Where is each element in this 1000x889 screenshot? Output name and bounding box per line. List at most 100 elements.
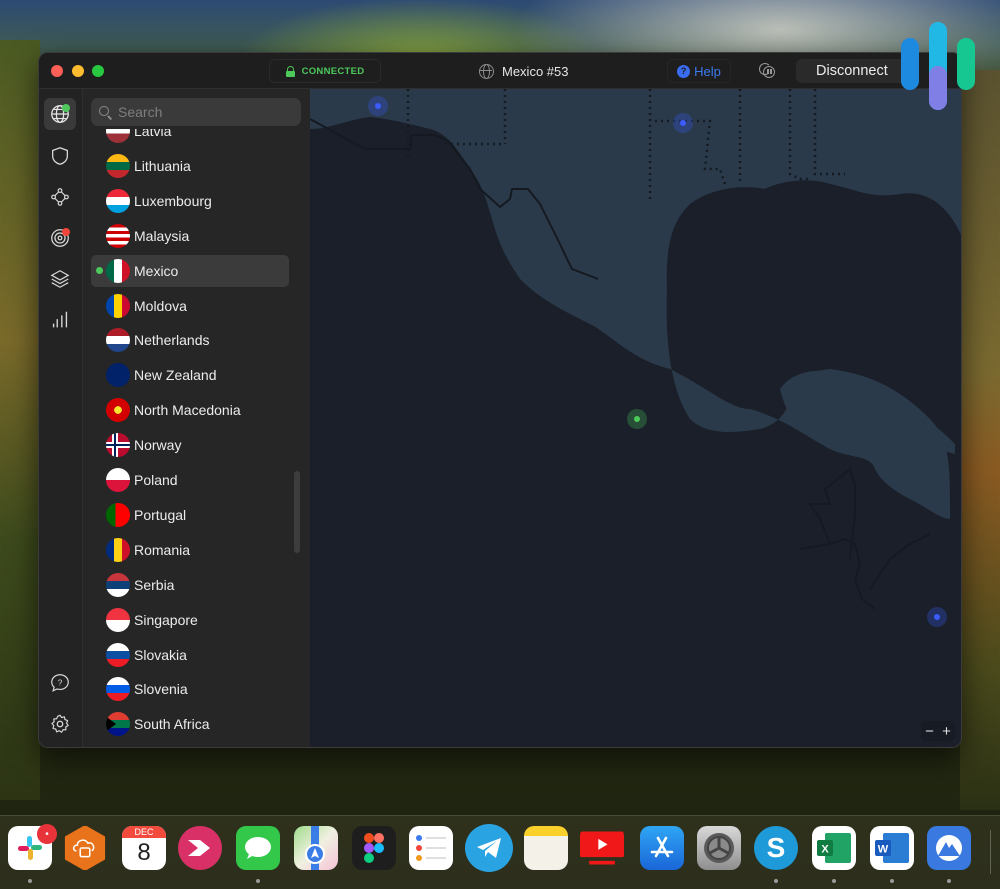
dock-app-calendar[interactable]: DEC 8	[122, 826, 166, 870]
sidebar-item-threat-protection[interactable]	[44, 140, 76, 172]
dock-app-app-store[interactable]	[640, 826, 684, 870]
maximize-window-button[interactable]	[92, 65, 104, 77]
dock-app-notes[interactable]	[524, 826, 568, 870]
svg-text:W: W	[878, 844, 889, 856]
pause-connection-button[interactable]	[759, 63, 777, 79]
country-name: Mexico	[134, 262, 179, 279]
sidebar-item-support[interactable]: ?	[44, 667, 76, 699]
connected-badge	[62, 104, 70, 112]
support-icon: ?	[51, 674, 69, 692]
vpn-app-window: CONNECTED Mexico #53 ? Help Disconnect ?…	[38, 52, 962, 748]
country-name: South Africa	[134, 716, 210, 733]
country-name: Lithuania	[134, 157, 191, 174]
flag-icon	[106, 293, 130, 318]
search-box[interactable]	[91, 98, 301, 126]
globe-icon	[479, 63, 494, 79]
dock-app-skitch[interactable]	[178, 826, 222, 870]
title-bar: CONNECTED Mexico #53 ? Help Disconnect	[39, 53, 961, 89]
flag-icon	[106, 258, 130, 283]
country-item-poland[interactable]: Poland	[91, 464, 289, 496]
meshnet-icon	[51, 188, 69, 206]
country-item-mexico[interactable]: Mexico	[91, 254, 289, 287]
server-pin[interactable]	[673, 113, 693, 133]
country-item-portugal[interactable]: Portugal	[91, 499, 289, 531]
country-item-romania[interactable]: Romania	[91, 534, 289, 566]
country-item-newzealand[interactable]: New Zealand	[91, 359, 289, 391]
country-list: Latvia Lithuania Luxembourg Malaysia Mexico M…	[91, 129, 291, 747]
country-item-luxembourg[interactable]: Luxembourg	[91, 185, 289, 217]
connected-server-pin[interactable]	[627, 409, 647, 429]
country-item-latvia[interactable]: Latvia	[91, 129, 289, 147]
list-scrollbar[interactable]	[294, 471, 300, 553]
zoom-in-button[interactable]: +	[942, 724, 951, 739]
flag-icon	[106, 712, 130, 737]
dock-app-skype[interactable]: S	[754, 826, 798, 870]
server-pin[interactable]	[927, 607, 947, 627]
svg-text:X: X	[821, 844, 829, 856]
flag-icon	[106, 153, 130, 178]
flag-icon	[106, 607, 130, 632]
minimize-window-button[interactable]	[72, 65, 84, 77]
country-item-malaysia[interactable]: Malaysia	[91, 220, 289, 252]
sidebar-item-settings[interactable]	[44, 708, 76, 740]
country-item-lithuania[interactable]: Lithuania	[91, 150, 289, 182]
running-indicator	[256, 879, 260, 883]
message-bubble-icon	[245, 837, 271, 859]
search-input[interactable]	[118, 104, 288, 120]
flag-icon	[106, 223, 130, 248]
country-item-moldova[interactable]: Moldova	[91, 290, 289, 322]
country-item-norway[interactable]: Norway	[91, 429, 289, 461]
dock-app-word[interactable]: W	[870, 826, 914, 870]
dock-app-messages[interactable]	[236, 826, 280, 870]
dock-app-cloud-vpn[interactable]	[63, 826, 107, 870]
sidebar-item-specialty-servers[interactable]	[44, 263, 76, 295]
sidebar-item-meshnet[interactable]	[44, 181, 76, 213]
cloud-lock-icon	[64, 826, 106, 870]
disconnect-button[interactable]: Disconnect	[796, 59, 916, 83]
dock-app-telegram[interactable]	[465, 824, 513, 872]
sidebar-rail: ?	[39, 89, 83, 747]
svg-text:?: ?	[58, 678, 63, 687]
dock-app-maps[interactable]	[294, 826, 338, 870]
server-map[interactable]: − +	[310, 89, 961, 747]
dock-app-nordvpn[interactable]	[927, 826, 971, 870]
country-item-northmacedonia[interactable]: North Macedonia	[91, 394, 289, 426]
dock-app-youtube-tv[interactable]	[580, 826, 624, 870]
flag-icon	[106, 363, 130, 388]
country-item-southafrica[interactable]: South Africa	[91, 708, 289, 740]
gear-icon	[704, 833, 734, 863]
flag-icon	[106, 642, 130, 667]
dock-app-excel[interactable]: X	[812, 826, 856, 870]
dock-app-system-preferences[interactable]	[697, 826, 741, 870]
telegram-icon	[477, 838, 501, 858]
pause-icon	[763, 66, 775, 78]
running-indicator	[28, 879, 32, 883]
country-item-slovenia[interactable]: Slovenia	[91, 673, 289, 705]
country-name: Portugal	[134, 506, 187, 523]
settings-icon	[51, 714, 69, 733]
pin-dot	[680, 120, 686, 126]
dock-app-figma[interactable]	[352, 826, 396, 870]
reminders-icon	[416, 835, 446, 861]
sidebar-item-dark-web-monitor[interactable]	[44, 222, 76, 254]
server-pin[interactable]	[368, 96, 388, 116]
country-name: Slovakia	[134, 646, 187, 663]
country-name: Netherlands	[134, 332, 210, 349]
flag-icon	[106, 677, 130, 702]
sidebar-item-countries[interactable]	[44, 98, 76, 130]
country-name: Moldova	[134, 297, 187, 314]
country-item-serbia[interactable]: Serbia	[91, 569, 289, 601]
country-item-slovakia[interactable]: Slovakia	[91, 639, 289, 671]
country-list-panel: Latvia Lithuania Luxembourg Malaysia Mexico M…	[83, 89, 310, 747]
dock-app-reminders[interactable]	[409, 826, 453, 870]
close-window-button[interactable]	[51, 65, 63, 77]
help-button[interactable]: ? Help	[667, 59, 731, 83]
flag-icon	[106, 129, 130, 143]
country-item-singapore[interactable]: Singapore	[91, 604, 289, 636]
running-indicator	[774, 879, 778, 883]
country-item-netherlands[interactable]: Netherlands	[91, 324, 289, 356]
macos-dock: • DEC 8 S X W	[0, 815, 1000, 889]
zoom-out-button[interactable]: −	[925, 724, 934, 739]
sidebar-item-statistics[interactable]	[44, 304, 76, 336]
slack-notification-badge: •	[37, 824, 57, 844]
